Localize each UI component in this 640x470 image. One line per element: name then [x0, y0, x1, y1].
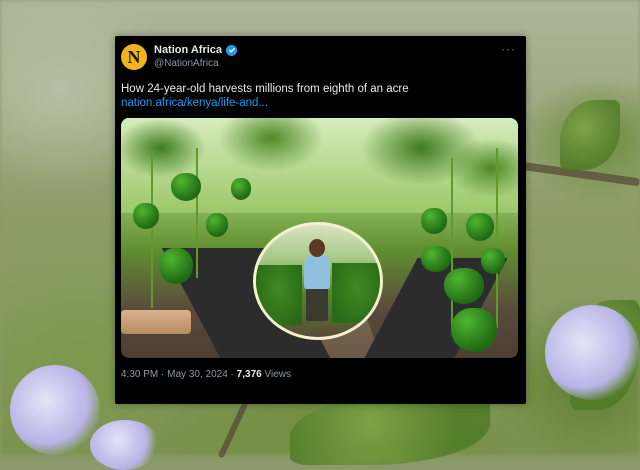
pepper: [133, 203, 159, 229]
background-flower: [545, 305, 640, 400]
inset-plants-right: [332, 263, 380, 323]
farmer-head: [309, 239, 325, 257]
account-display-name[interactable]: Nation Africa: [154, 44, 222, 56]
tweet-media-image[interactable]: [121, 118, 518, 358]
meta-separator: ·: [230, 369, 234, 380]
pepper: [421, 208, 447, 234]
more-options-icon[interactable]: ···: [501, 42, 516, 56]
farmer-inset-photo: [253, 222, 383, 340]
pepper: [206, 213, 228, 237]
inset-plants-left: [256, 265, 302, 325]
background-flower: [10, 365, 100, 455]
meta-separator: ·: [161, 369, 165, 380]
pepper: [466, 213, 494, 241]
views-label: Views: [264, 369, 291, 380]
wooden-post: [121, 310, 191, 334]
plant-stem: [451, 158, 453, 328]
tweet-time[interactable]: 4:30 PM: [121, 369, 158, 380]
tweet-link[interactable]: nation.africa/kenya/life-and...: [121, 97, 268, 109]
farmer-shirt: [304, 255, 330, 289]
tweet-card[interactable]: N Nation Africa @NationAfrica ··· How 24…: [115, 36, 526, 404]
pepper: [421, 246, 451, 272]
pepper: [481, 248, 505, 274]
views-count: 7,376: [236, 369, 262, 380]
pepper: [444, 268, 484, 304]
account-avatar[interactable]: N: [121, 44, 147, 70]
plant-stem: [196, 148, 198, 278]
tweet-text: How 24-year-old harvests millions from e…: [121, 83, 409, 95]
account-handle[interactable]: @NationAfrica: [154, 58, 219, 69]
account-name-row: Nation Africa: [154, 44, 238, 56]
pepper: [451, 308, 497, 352]
background-flower: [90, 420, 160, 470]
pepper: [159, 248, 193, 284]
tweet-date[interactable]: May 30, 2024: [167, 369, 228, 380]
pepper: [171, 173, 201, 201]
plant-stem: [496, 148, 498, 328]
plant-stem: [151, 158, 153, 308]
verified-badge-icon: [226, 44, 238, 56]
pepper: [231, 178, 251, 200]
farmer-legs: [306, 287, 328, 321]
tweet-meta: 4:30 PM · May 30, 2024 · 7,376 Views: [121, 369, 291, 380]
avatar-letter: N: [127, 46, 141, 67]
